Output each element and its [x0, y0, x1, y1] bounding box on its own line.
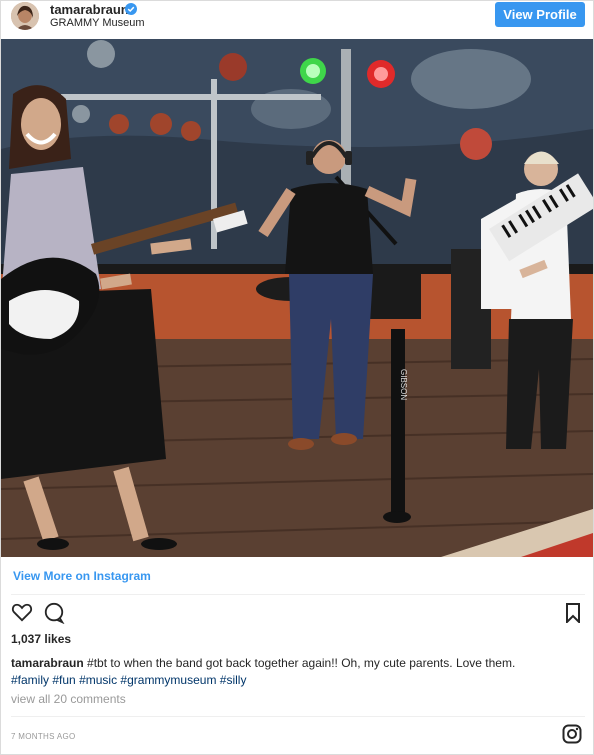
- hashtag-fun[interactable]: #fun: [52, 673, 75, 687]
- instagram-icon[interactable]: [562, 724, 582, 744]
- banner-text: GIBSON: [399, 369, 408, 400]
- post-timestamp[interactable]: 7 MONTHS AGO: [11, 732, 76, 741]
- bookmark-icon[interactable]: [565, 603, 581, 623]
- divider: [11, 594, 585, 595]
- caption-text: #tbt to when the band got back together …: [83, 656, 516, 670]
- avatar[interactable]: [11, 2, 39, 30]
- post-photo[interactable]: GIBSON: [1, 39, 593, 557]
- username-link[interactable]: tamarabraun: [50, 2, 129, 17]
- view-profile-button[interactable]: View Profile: [495, 2, 585, 27]
- hashtag-grammymuseum[interactable]: #grammymuseum: [120, 673, 216, 687]
- comment-icon[interactable]: [43, 602, 65, 624]
- view-more-on-instagram-link[interactable]: View More on Instagram: [13, 569, 151, 583]
- post-caption: tamarabraun #tbt to when the band got ba…: [11, 655, 583, 689]
- divider: [11, 716, 585, 717]
- avatar-image: [11, 2, 39, 30]
- hashtag-silly[interactable]: #silly: [220, 673, 247, 687]
- heart-icon[interactable]: [11, 602, 33, 622]
- instagram-embed-card: tamarabraun GRAMMY Museum View Profile G…: [0, 0, 594, 755]
- view-all-comments-link[interactable]: view all 20 comments: [11, 692, 126, 706]
- likes-count[interactable]: 1,037 likes: [11, 632, 71, 646]
- hashtag-music[interactable]: #music: [79, 673, 117, 687]
- caption-username[interactable]: tamarabraun: [11, 656, 84, 670]
- post-header: tamarabraun GRAMMY Museum View Profile: [1, 1, 593, 39]
- location-link[interactable]: GRAMMY Museum: [50, 17, 145, 29]
- verified-badge-icon: [125, 3, 137, 15]
- photo-band-performance: GIBSON: [1, 39, 593, 557]
- hashtag-family[interactable]: #family: [11, 673, 49, 687]
